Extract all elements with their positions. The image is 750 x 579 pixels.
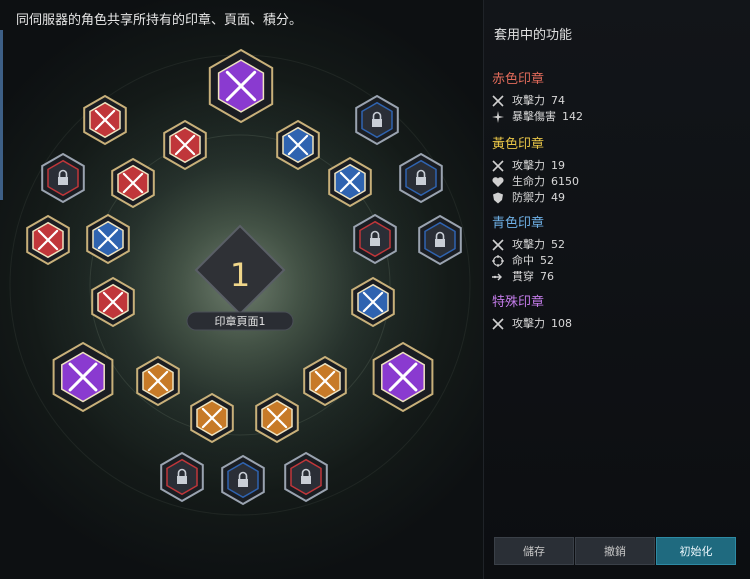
- stat-row: 攻擊力 19: [492, 158, 579, 174]
- seal-slot-locked[interactable]: [355, 94, 399, 146]
- reset-button[interactable]: 初始化: [656, 537, 736, 565]
- stat-name: 暴擊傷害: [512, 110, 556, 123]
- stat-row: 貫穿 76: [492, 269, 565, 285]
- section-title: 青色印章: [492, 216, 545, 231]
- stat-value: 76: [540, 270, 554, 283]
- stat-row: 攻擊力 52: [492, 237, 565, 253]
- seal-board: 1 印章頁面1: [9, 48, 471, 516]
- stat-value: 52: [551, 238, 565, 251]
- page-label: 印章頁面1: [215, 314, 266, 328]
- stat-value: 6150: [551, 175, 579, 188]
- stat-value: 74: [551, 94, 565, 107]
- crosshair-icon: [492, 255, 504, 267]
- crossed-swords-icon: [492, 95, 504, 107]
- stat-row: 攻擊力 74: [492, 93, 583, 109]
- stat-value: 19: [551, 159, 565, 172]
- pierce-icon: [492, 271, 504, 283]
- stat-row: 防禦力 49: [492, 190, 579, 206]
- critical-icon: [492, 111, 504, 123]
- seal-board-area: 同伺服器的角色共享所持有的印章、頁面、積分。 1 印章頁面1: [0, 0, 483, 579]
- stat-value: 142: [562, 110, 583, 123]
- stat-name: 攻擊力: [512, 238, 545, 251]
- seal-slot-red[interactable]: [83, 94, 127, 146]
- section-title: 特殊印章: [492, 295, 545, 310]
- section-blue: 青色印章 攻擊力 52 命中 52 貫穿 76: [492, 212, 565, 285]
- heart-icon: [492, 176, 504, 188]
- stat-name: 生命力: [512, 175, 545, 188]
- crossed-swords-icon: [492, 318, 504, 330]
- stat-value: 52: [540, 254, 554, 267]
- stat-name: 命中: [512, 254, 534, 267]
- stat-value: 49: [551, 191, 565, 204]
- section-special: 特殊印章 攻擊力 108: [492, 291, 572, 332]
- undo-button[interactable]: 撤銷: [575, 537, 655, 565]
- active-effects-panel: 套用中的功能 赤色印章 攻擊力 74 暴擊傷害 142 黃色印章 攻擊力 19 生命力…: [483, 0, 750, 579]
- stat-name: 貫穿: [512, 270, 534, 283]
- panel-title: 套用中的功能: [494, 28, 573, 43]
- section-title: 黃色印章: [492, 137, 545, 152]
- seal-screen: 同伺服器的角色共享所持有的印章、頁面、積分。 1 印章頁面1 套用中的功能 赤色…: [0, 0, 750, 579]
- shield-icon: [492, 192, 504, 204]
- crossed-swords-icon: [492, 160, 504, 172]
- stat-name: 防禦力: [512, 191, 545, 204]
- page-number: 1: [230, 256, 250, 294]
- stat-row: 命中 52: [492, 253, 565, 269]
- section-title: 赤色印章: [492, 72, 545, 87]
- save-button[interactable]: 儲存: [494, 537, 574, 565]
- section-yellow: 黃色印章 攻擊力 19 生命力 6150 防禦力 49: [492, 133, 579, 206]
- crossed-swords-icon: [492, 239, 504, 251]
- stat-row: 暴擊傷害 142: [492, 109, 583, 125]
- section-red: 赤色印章 攻擊力 74 暴擊傷害 142: [492, 68, 583, 125]
- stat-name: 攻擊力: [512, 159, 545, 172]
- stat-value: 108: [551, 317, 572, 330]
- stat-row: 生命力 6150: [492, 174, 579, 190]
- stat-name: 攻擊力: [512, 317, 545, 330]
- stat-row: 攻擊力 108: [492, 316, 572, 332]
- stat-name: 攻擊力: [512, 94, 545, 107]
